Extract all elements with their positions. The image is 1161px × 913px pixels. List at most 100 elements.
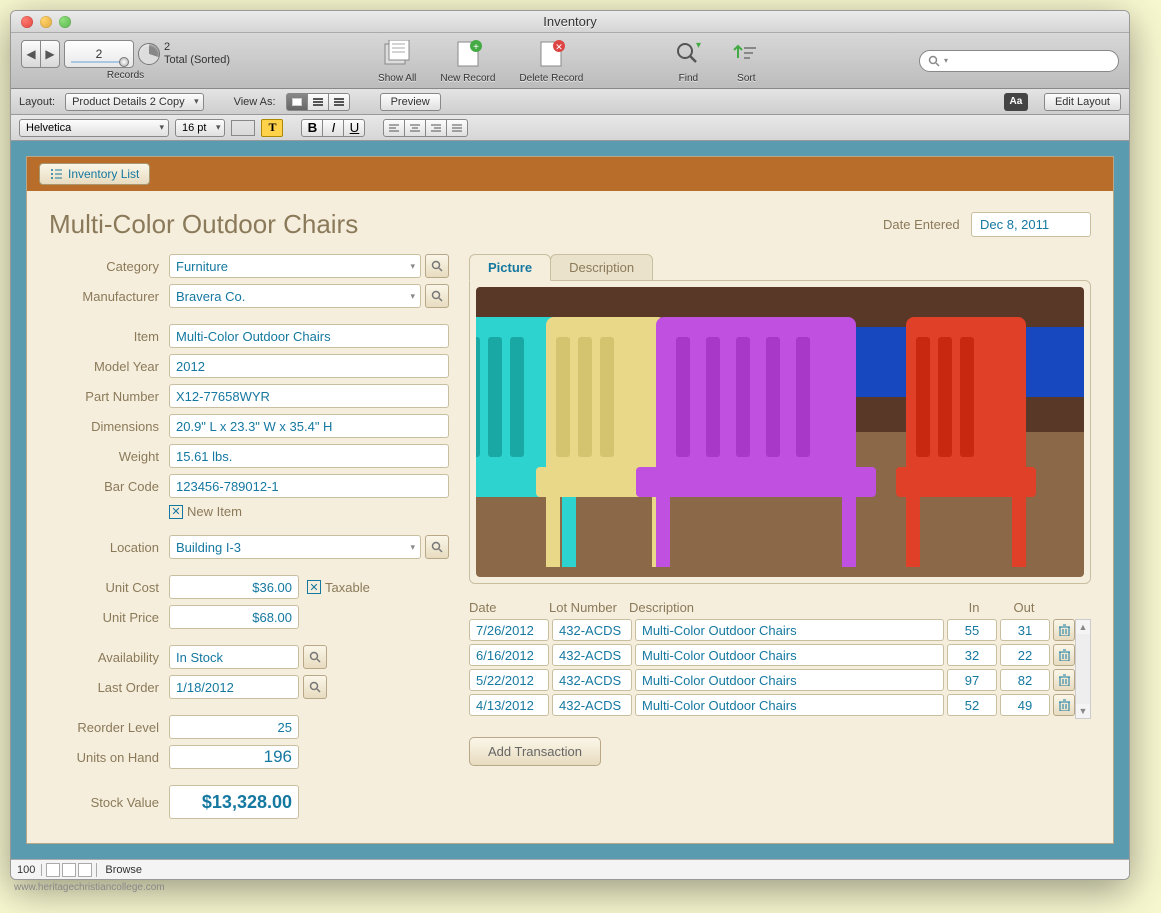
svg-text:▾: ▾: [696, 40, 701, 51]
tx-in[interactable]: 32: [947, 644, 997, 666]
inventory-list-button[interactable]: Inventory List: [39, 163, 150, 185]
tx-date[interactable]: 5/22/2012: [469, 669, 549, 691]
new-record-group[interactable]: + New Record: [440, 37, 495, 84]
location-search-button[interactable]: [425, 535, 449, 559]
tx-desc[interactable]: Multi-Color Outdoor Chairs: [635, 669, 944, 691]
last-order-search-button[interactable]: [303, 675, 327, 699]
tx-desc[interactable]: Multi-Color Outdoor Chairs: [635, 644, 944, 666]
unit-cost-field[interactable]: $36.00: [169, 575, 299, 599]
tx-out[interactable]: 82: [1000, 669, 1050, 691]
fill-color[interactable]: [231, 120, 255, 136]
found-set-pie-icon[interactable]: [138, 43, 160, 65]
footer-url: www.heritagechristiancollege.com: [10, 880, 1151, 895]
weight-field[interactable]: 15.61 lbs.: [169, 444, 449, 468]
tx-out[interactable]: 31: [1000, 619, 1050, 641]
category-field[interactable]: Furniture: [169, 254, 421, 278]
sort-group[interactable]: Sort: [729, 37, 763, 84]
align-left-button[interactable]: [383, 119, 405, 137]
units-on-hand-field[interactable]: 196: [169, 745, 299, 769]
availability-search-button[interactable]: [303, 645, 327, 669]
tx-date[interactable]: 6/16/2012: [469, 644, 549, 666]
tx-date[interactable]: 4/13/2012: [469, 694, 549, 716]
search-box[interactable]: ▾: [919, 50, 1119, 72]
record-slider[interactable]: 2: [64, 40, 134, 68]
tab-description[interactable]: Description: [550, 254, 653, 281]
view-list-button[interactable]: [307, 93, 329, 111]
transaction-row: 7/26/2012432-ACDSMulti-Color Outdoor Cha…: [469, 619, 1075, 641]
next-record-button[interactable]: ▶: [40, 40, 60, 68]
tx-lot[interactable]: 432-ACDS: [552, 694, 632, 716]
tx-out[interactable]: 22: [1000, 644, 1050, 666]
align-right-button[interactable]: [425, 119, 447, 137]
align-justify-button[interactable]: [446, 119, 468, 137]
edit-layout-button[interactable]: Edit Layout: [1044, 93, 1121, 111]
preview-button[interactable]: Preview: [380, 93, 441, 111]
model-year-field[interactable]: 2012: [169, 354, 449, 378]
delete-row-button[interactable]: [1053, 694, 1075, 716]
barcode-field[interactable]: 123456-789012-1: [169, 474, 449, 498]
view-as-label: View As:: [234, 96, 276, 108]
stock-value-field: $13,328.00: [169, 785, 299, 819]
view-table-button[interactable]: [328, 93, 350, 111]
reorder-level-field[interactable]: 25: [169, 715, 299, 739]
date-entered-field[interactable]: Dec 8, 2011: [971, 212, 1091, 237]
add-transaction-button[interactable]: Add Transaction: [469, 737, 601, 766]
find-group[interactable]: ▾ Find: [671, 37, 705, 84]
tx-lot[interactable]: 432-ACDS: [552, 644, 632, 666]
delete-record-group[interactable]: ✕ Delete Record: [519, 37, 583, 84]
view-form-button[interactable]: [286, 93, 308, 111]
size-select[interactable]: 16 pt: [175, 119, 225, 137]
delete-row-button[interactable]: [1053, 669, 1075, 691]
underline-button[interactable]: U: [343, 119, 365, 137]
layout-select[interactable]: Product Details 2 Copy: [65, 93, 204, 111]
page: Inventory List Multi-Color Outdoor Chair…: [26, 156, 1114, 844]
scroll-down-icon[interactable]: ▼: [1076, 704, 1090, 718]
tx-out[interactable]: 49: [1000, 694, 1050, 716]
tab-picture[interactable]: Picture: [469, 254, 551, 281]
last-order-field[interactable]: 1/18/2012: [169, 675, 299, 699]
status-icon-3[interactable]: [78, 863, 92, 877]
status-icon-1[interactable]: [46, 863, 60, 877]
tx-lot[interactable]: 432-ACDS: [552, 669, 632, 691]
close-button[interactable]: [21, 16, 33, 28]
item-field[interactable]: Multi-Color Outdoor Chairs: [169, 324, 449, 348]
category-search-button[interactable]: [425, 254, 449, 278]
prev-record-button[interactable]: ◀: [21, 40, 41, 68]
tabs: Picture Description: [469, 254, 1091, 281]
zoom-button[interactable]: [59, 16, 71, 28]
manufacturer-field[interactable]: Bravera Co.: [169, 284, 421, 308]
font-select[interactable]: Helvetica: [19, 119, 169, 137]
tx-in[interactable]: 52: [947, 694, 997, 716]
product-photo[interactable]: [476, 287, 1084, 577]
tx-desc[interactable]: Multi-Color Outdoor Chairs: [635, 694, 944, 716]
bold-button[interactable]: B: [301, 119, 323, 137]
zoom-level[interactable]: 100: [11, 864, 42, 876]
text-highlight[interactable]: T: [261, 119, 283, 137]
list-icon: [50, 169, 62, 179]
tx-in[interactable]: 97: [947, 669, 997, 691]
scrollbar[interactable]: ▲ ▼: [1075, 619, 1091, 719]
status-icon-2[interactable]: [62, 863, 76, 877]
dimensions-field[interactable]: 20.9" L x 23.3" W x 35.4" H: [169, 414, 449, 438]
align-center-button[interactable]: [404, 119, 426, 137]
manufacturer-search-button[interactable]: [425, 284, 449, 308]
tx-desc[interactable]: Multi-Color Outdoor Chairs: [635, 619, 944, 641]
availability-field[interactable]: In Stock: [169, 645, 299, 669]
minimize-button[interactable]: [40, 16, 52, 28]
taxable-checkbox[interactable]: ✕: [307, 580, 321, 594]
delete-row-button[interactable]: [1053, 619, 1075, 641]
delete-row-button[interactable]: [1053, 644, 1075, 666]
show-all-group[interactable]: Show All: [378, 37, 416, 84]
location-field[interactable]: Building I-3: [169, 535, 421, 559]
transaction-row: 4/13/2012432-ACDSMulti-Color Outdoor Cha…: [469, 694, 1075, 716]
part-number-field[interactable]: X12-77658WYR: [169, 384, 449, 408]
scroll-up-icon[interactable]: ▲: [1076, 620, 1090, 634]
tx-lot[interactable]: 432-ACDS: [552, 619, 632, 641]
search-input[interactable]: [952, 55, 1110, 67]
italic-button[interactable]: I: [322, 119, 344, 137]
unit-price-field[interactable]: $68.00: [169, 605, 299, 629]
tx-date[interactable]: 7/26/2012: [469, 619, 549, 641]
tx-in[interactable]: 55: [947, 619, 997, 641]
formatting-toggle[interactable]: Aa: [1004, 93, 1028, 111]
new-item-checkbox[interactable]: ✕: [169, 505, 183, 519]
